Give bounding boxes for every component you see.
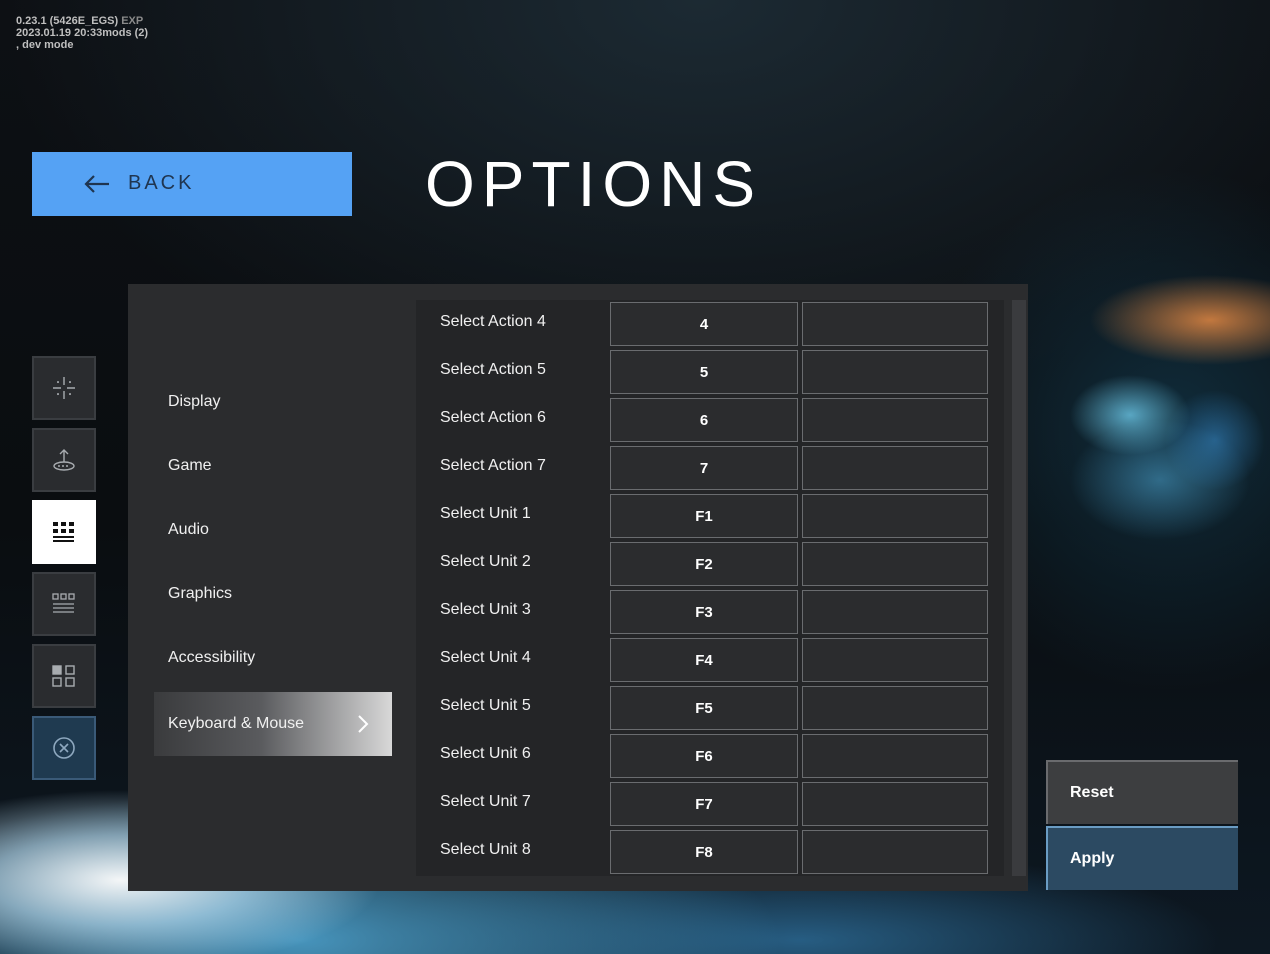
secondary-key-slot[interactable] [802, 590, 988, 634]
rail-button-close[interactable] [32, 716, 96, 780]
crosshair-icon [53, 377, 75, 399]
grid-large-icon [52, 665, 75, 687]
category-keyboard-mouse[interactable]: Keyboard & Mouse [154, 692, 392, 756]
keybinding-action: Select Unit 5 [440, 697, 531, 714]
reset-button[interactable]: Reset [1046, 760, 1238, 824]
primary-key-slot[interactable]: F1 [610, 494, 798, 538]
primary-key-slot[interactable]: 5 [610, 350, 798, 394]
back-button-label: BACK [128, 172, 195, 194]
primary-key-slot[interactable]: F3 [610, 590, 798, 634]
keybinding-row: Select Action 7 7 [416, 444, 1004, 492]
keybinding-row: Select Action 4 4 [416, 300, 1004, 348]
keybinding-action: Select Action 7 [440, 457, 546, 474]
secondary-key-slot[interactable] [802, 830, 988, 874]
keybinding-row: Select Unit 8 F8 [416, 828, 1004, 876]
version-build-date: 2023.01.19 20:33mods (2) [16, 27, 149, 39]
category-game[interactable]: Game [154, 434, 392, 498]
keybinding-list: Select Action 4 4 Select Action 5 5 Sele… [416, 300, 1004, 876]
keybinding-row: Select Unit 1 F1 [416, 492, 1004, 540]
primary-key-slot[interactable]: 7 [610, 446, 798, 490]
primary-key-slot[interactable]: 6 [610, 398, 798, 442]
category-accessibility[interactable]: Accessibility [154, 626, 392, 690]
keybinding-action: Select Unit 7 [440, 793, 531, 810]
version-mode: , dev mode [16, 39, 74, 51]
category-display[interactable]: Display [154, 370, 392, 434]
secondary-key-slot[interactable] [802, 446, 988, 490]
keybinding-action: Select Action 5 [440, 361, 546, 378]
keybinding-action: Select Action 4 [440, 313, 546, 330]
category-audio[interactable]: Audio [154, 498, 392, 562]
secondary-key-slot[interactable] [802, 302, 988, 346]
secondary-key-slot[interactable] [802, 734, 988, 778]
keybinding-action: Select Unit 3 [440, 601, 531, 618]
rail-button-grid-small[interactable] [32, 572, 96, 636]
keybinding-row: Select Unit 2 F2 [416, 540, 1004, 588]
keybinding-row: Select Unit 7 F7 [416, 780, 1004, 828]
rail-button-crosshair[interactable] [32, 356, 96, 420]
rail-button-keyboard[interactable] [32, 500, 96, 564]
primary-key-slot[interactable]: F6 [610, 734, 798, 778]
keybinding-row: Select Unit 6 F6 [416, 732, 1004, 780]
secondary-key-slot[interactable] [802, 638, 988, 682]
primary-key-slot[interactable]: F8 [610, 830, 798, 874]
apply-button[interactable]: Apply [1046, 826, 1238, 890]
version-number: 0.23.1 (5426E_EGS) [16, 15, 119, 27]
primary-key-slot[interactable]: F7 [610, 782, 798, 826]
keybinding-action: Select Unit 2 [440, 553, 531, 570]
keybinding-row: Select Unit 4 F4 [416, 636, 1004, 684]
keybinding-action: Select Unit 1 [440, 505, 531, 522]
keybinding-action: Select Unit 6 [440, 745, 531, 762]
primary-key-slot[interactable]: F2 [610, 542, 798, 586]
keybinding-action: Select Unit 8 [440, 841, 531, 858]
rail-button-grid-large[interactable] [32, 644, 96, 708]
keybinding-row: Select Action 6 6 [416, 396, 1004, 444]
secondary-key-slot[interactable] [802, 494, 988, 538]
primary-key-slot[interactable]: F4 [610, 638, 798, 682]
keybinding-action: Select Unit 4 [440, 649, 531, 666]
keybinding-action: Select Action 6 [440, 409, 546, 426]
arrow-left-icon [84, 175, 109, 193]
version-tag: EXP [121, 15, 144, 27]
grid-small-icon [52, 593, 75, 613]
category-graphics[interactable]: Graphics [154, 562, 392, 626]
secondary-key-slot[interactable] [802, 350, 988, 394]
secondary-key-slot[interactable] [802, 782, 988, 826]
primary-key-slot[interactable]: F5 [610, 686, 798, 730]
primary-key-slot[interactable]: 4 [610, 302, 798, 346]
secondary-key-slot[interactable] [802, 686, 988, 730]
version-info: 0.23.1 (5426E_EGS) EXP 2023.01.19 20:33m… [16, 15, 148, 51]
keybinding-row: Select Action 5 5 [416, 348, 1004, 396]
keybinding-scrollbar[interactable] [1012, 300, 1026, 876]
page-title: OPTIONS [425, 148, 763, 220]
keybinding-row: Select Unit 3 F3 [416, 588, 1004, 636]
category-keyboard-mouse-label: Keyboard & Mouse [168, 715, 305, 732]
keybinding-row: Select Unit 5 F5 [416, 684, 1004, 732]
rail-button-upload[interactable] [32, 428, 96, 492]
secondary-key-slot[interactable] [802, 398, 988, 442]
options-panel: Display Game Audio Graphics Accessibilit… [128, 284, 1028, 891]
upload-icon [53, 449, 75, 471]
close-circle-icon [53, 737, 75, 759]
secondary-key-slot[interactable] [802, 542, 988, 586]
back-button[interactable]: BACK [32, 152, 352, 216]
keyboard-grid-icon [53, 522, 74, 542]
chevron-right-icon [358, 715, 369, 733]
